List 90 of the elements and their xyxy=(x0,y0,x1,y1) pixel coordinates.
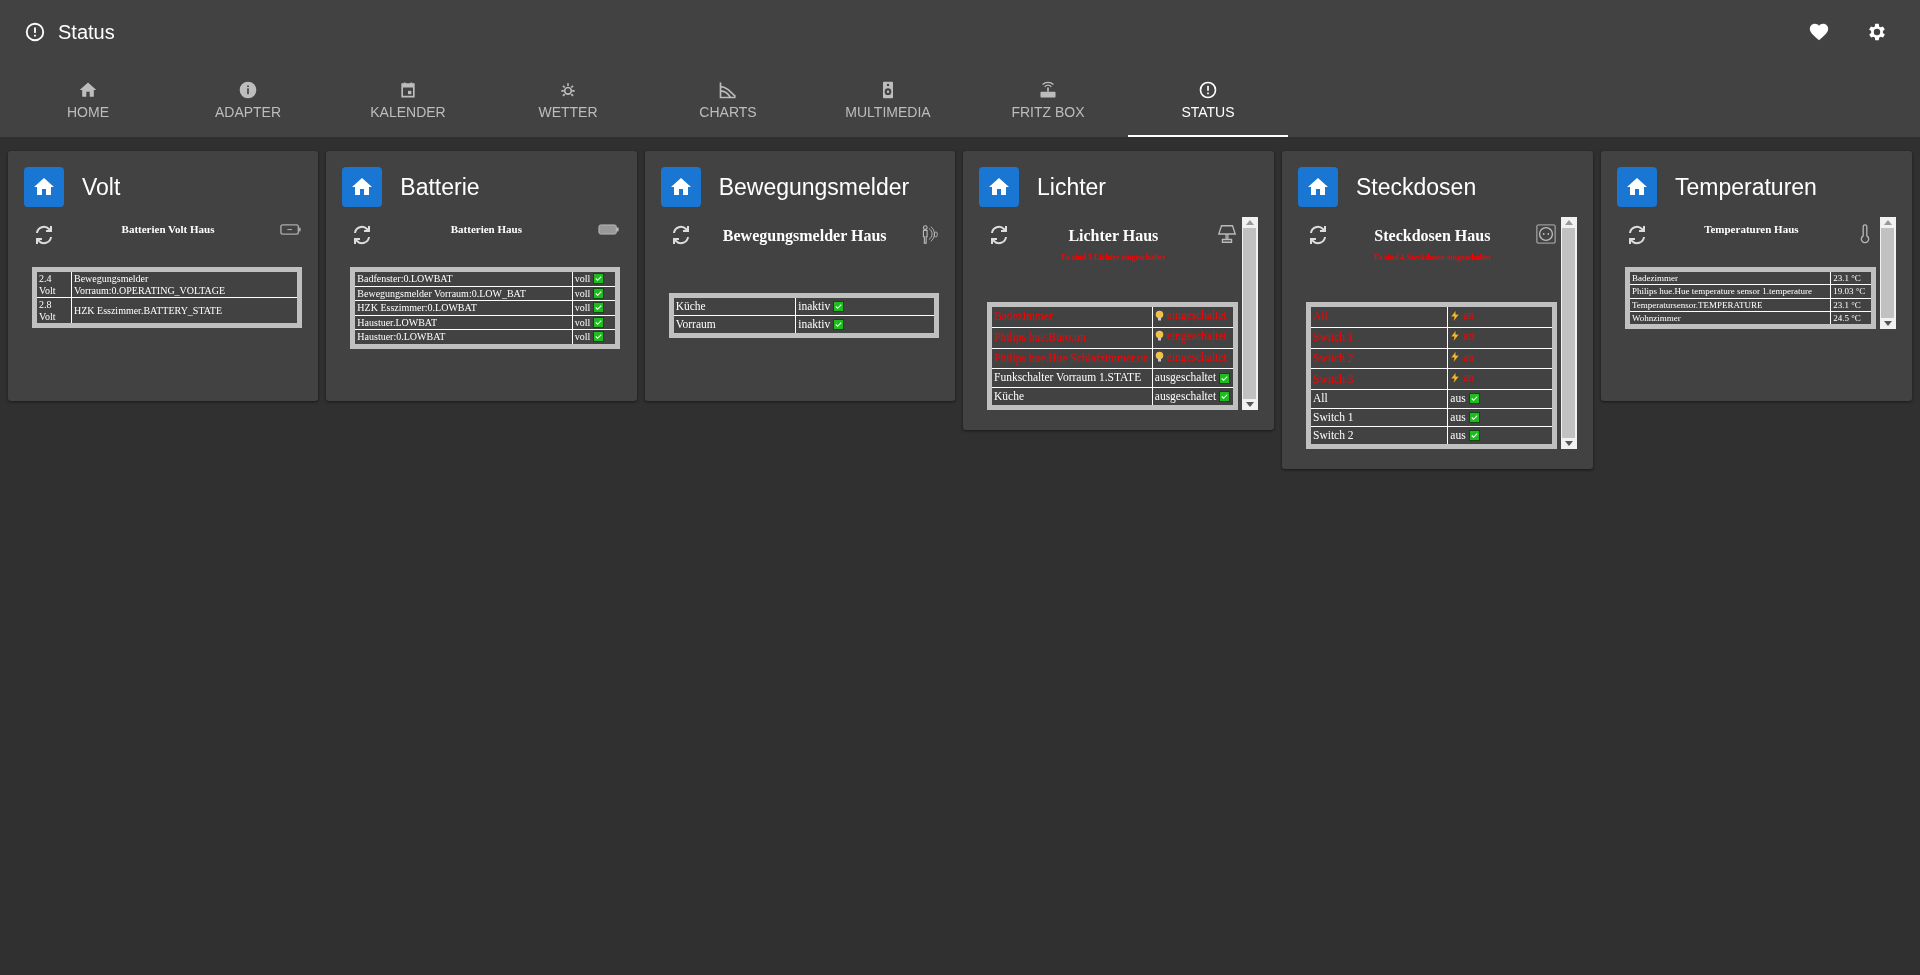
card-title: Volt xyxy=(82,173,121,201)
table-cell: an xyxy=(1447,369,1555,390)
lightbulb-icon xyxy=(1154,330,1164,343)
home-button[interactable] xyxy=(1298,167,1338,207)
scrollbar[interactable] xyxy=(1241,217,1258,410)
check-icon xyxy=(1219,390,1231,402)
table-cell: voll xyxy=(572,300,618,315)
table-cell: Switch 1 xyxy=(1308,327,1448,349)
nav-tab[interactable]: ADAPTER xyxy=(168,64,328,137)
battery-icon xyxy=(598,223,621,236)
widget-title: Steckdosen Haus xyxy=(1374,227,1491,245)
check-icon xyxy=(593,302,605,314)
home-button[interactable] xyxy=(342,167,383,207)
scroll-down-icon[interactable] xyxy=(1564,440,1573,446)
lightning-icon xyxy=(1450,372,1461,385)
table-cell: All xyxy=(1308,304,1448,328)
lightbulb-icon xyxy=(1154,309,1164,322)
home-button[interactable] xyxy=(1617,167,1657,207)
check-icon xyxy=(593,287,605,299)
card-title: Batterie xyxy=(400,173,480,201)
widget-title: Temperaturen Haus xyxy=(1704,223,1799,235)
table-cell: Badfenster:0.LOWBAT xyxy=(352,269,573,286)
info-icon xyxy=(238,79,258,100)
check-icon xyxy=(593,331,605,343)
widget-title: Batterien Haus xyxy=(450,223,522,235)
table-cell: Switch 2 xyxy=(1308,348,1448,369)
table-cell: Philips hue.Hue temperature sensor 1.temperature xyxy=(1627,284,1831,299)
widget-title: Bewegungsmelder Haus xyxy=(722,227,887,245)
alert-icon xyxy=(24,21,46,43)
home-button[interactable] xyxy=(979,167,1019,207)
settings-icon xyxy=(1866,21,1888,43)
check-icon xyxy=(1219,372,1231,384)
table-cell: voll xyxy=(572,286,618,301)
table-cell: Haustuer.LOWBAT xyxy=(352,315,573,330)
nav-tab[interactable]: FRITZ BOX xyxy=(968,64,1128,137)
table-cell: an xyxy=(1447,348,1555,369)
check-icon xyxy=(593,273,605,285)
table-cell: All xyxy=(1308,389,1448,409)
check-icon xyxy=(1468,429,1480,441)
check-icon xyxy=(593,316,605,328)
router-icon xyxy=(1038,79,1058,100)
lightning-icon xyxy=(1450,309,1461,322)
check-icon xyxy=(1468,411,1480,423)
heart-icon xyxy=(1808,21,1830,43)
status-summary: Es sind 3 Lichter eingeschaltet xyxy=(1061,253,1166,262)
table-cell: Badezimmer xyxy=(989,304,1153,328)
table-cell: HZK Esszimmer:0.LOWBAT xyxy=(352,300,573,315)
table-cell: an xyxy=(1447,327,1555,349)
widget-title: Batterien Volt Haus xyxy=(121,223,215,235)
card-title: Lichter xyxy=(1037,173,1107,201)
check-icon xyxy=(1468,393,1480,405)
table-cell: voll xyxy=(572,315,618,330)
scroll-down-icon[interactable] xyxy=(1245,401,1254,407)
nav-tab[interactable]: HOME xyxy=(8,64,168,137)
nav-tab[interactable]: WETTER xyxy=(488,64,648,137)
home-button[interactable] xyxy=(24,167,64,207)
scrollbar[interactable] xyxy=(1879,217,1896,330)
scroll-down-icon[interactable] xyxy=(1883,321,1892,327)
table-cell: Switch 1 xyxy=(1308,408,1448,427)
nav-tab[interactable]: MULTIMEDIA xyxy=(808,64,968,137)
lightbulb-icon xyxy=(1154,351,1164,364)
card-title: Bewegungsmelder xyxy=(718,173,910,201)
table-cell: Philips hue.Büro.on xyxy=(989,327,1153,349)
alert-icon xyxy=(1198,79,1218,100)
table-cell: Switch 3 xyxy=(1308,369,1448,390)
nav-tab[interactable]: STATUS xyxy=(1128,64,1288,137)
nav-tab[interactable]: KALENDER xyxy=(328,64,488,137)
nav-tab[interactable]: CHARTS xyxy=(648,64,808,137)
widget-title: Lichter Haus xyxy=(1068,227,1159,245)
scrollbar[interactable] xyxy=(1560,217,1577,449)
table-cell: Funkschalter Vorraum 1.STATE xyxy=(989,369,1153,388)
card-title: Steckdosen xyxy=(1356,173,1477,201)
battery-icon xyxy=(280,223,302,236)
lamp-icon xyxy=(1215,223,1238,245)
home-button[interactable] xyxy=(660,167,701,207)
app-title: Status xyxy=(58,20,115,44)
table-cell: Küche xyxy=(671,295,796,316)
table-cell: Philips hue.Hue Schlafzimmer.on xyxy=(989,348,1153,369)
check-icon xyxy=(833,319,845,331)
status-summary: Es sind 4 Steckdosen eingeschaltet xyxy=(1373,253,1491,262)
card-title: Temperaturen xyxy=(1675,173,1817,201)
lightning-icon xyxy=(1450,351,1461,364)
table-cell: 2.4 Volt xyxy=(34,269,72,298)
lightning-icon xyxy=(1450,330,1461,343)
table-cell: Temperatursensor.TEMPERATURE xyxy=(1627,298,1831,312)
table-cell: ausgeschaltet xyxy=(1152,369,1236,388)
table-cell: Badezimmer xyxy=(1627,269,1831,285)
table-cell: Bewegungsmelder Vorraum:0.LOW_BAT xyxy=(352,286,573,301)
check-icon xyxy=(833,301,845,313)
socket-icon xyxy=(1534,223,1557,245)
